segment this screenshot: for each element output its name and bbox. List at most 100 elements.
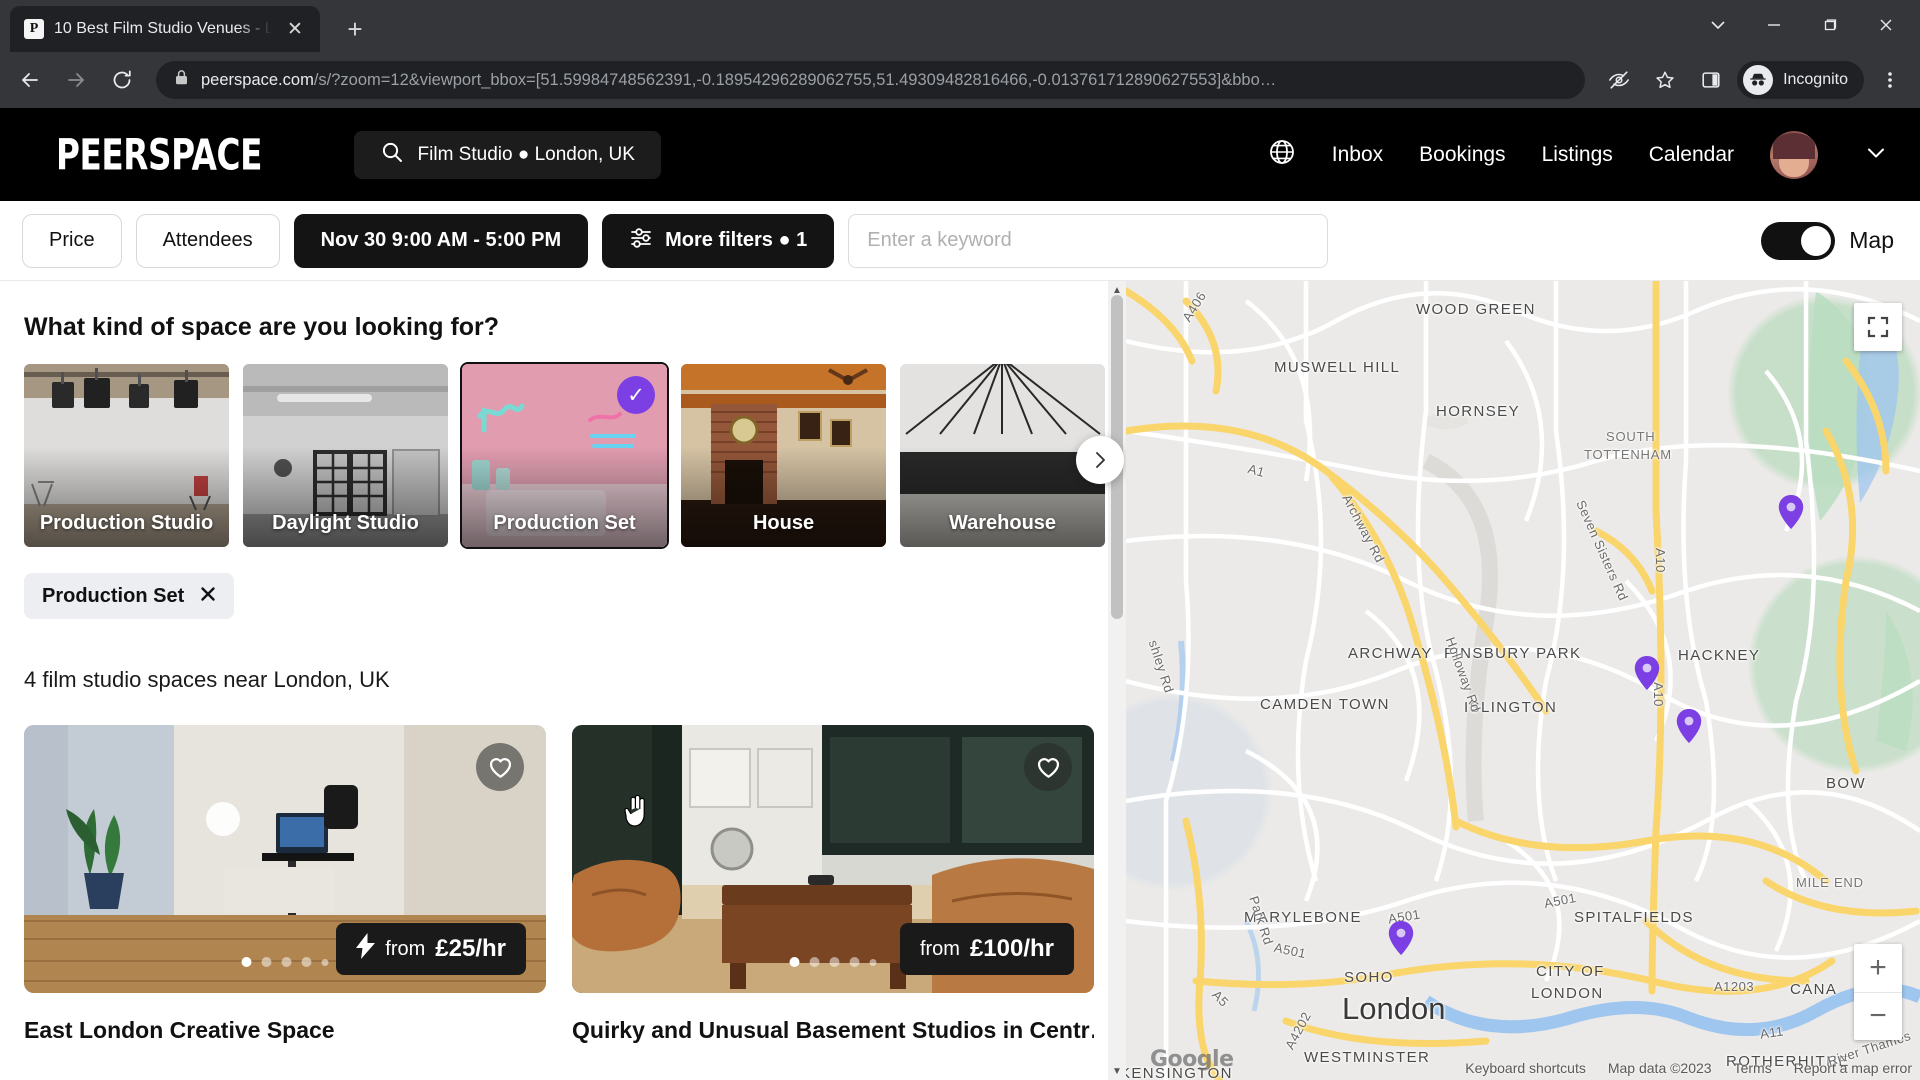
carousel-dot[interactable]: [281, 957, 292, 967]
filter-attendees-button[interactable]: Attendees: [135, 213, 280, 268]
google-logo: Google: [1150, 1047, 1234, 1072]
reload-icon[interactable]: [102, 60, 142, 100]
carousel-dot[interactable]: [261, 957, 272, 967]
map-zoom-controls[interactable]: + −: [1854, 944, 1902, 1040]
map-data-text: Map data ©2023: [1607, 1060, 1712, 1076]
listing-card[interactable]: from £25/hr East London Creative Space: [24, 725, 546, 1044]
filter-date-button[interactable]: Nov 30 9:00 AM - 5:00 PM: [293, 213, 589, 268]
nav-link-inbox[interactable]: Inbox: [1332, 143, 1383, 167]
filter-price-button[interactable]: Price: [22, 213, 122, 268]
category-label: Production Set: [493, 512, 636, 534]
carousel-dot[interactable]: [829, 957, 840, 967]
peerspace-logo[interactable]: PEERSPACE: [56, 130, 262, 179]
listing-title[interactable]: East London Creative Space: [24, 1017, 546, 1044]
eye-off-icon[interactable]: [1599, 60, 1639, 100]
map-place-label: CAMDEN TOWN: [1260, 696, 1390, 713]
results-pane: What kind of space are you looking for?: [0, 281, 1126, 1080]
listing-photo[interactable]: from £25/hr: [24, 725, 546, 993]
chip-remove-close-icon[interactable]: [200, 585, 216, 608]
three-dot-menu-icon[interactable]: [1870, 60, 1910, 100]
lock-icon: [174, 69, 189, 91]
category-card-production-studio[interactable]: Production Studio: [24, 364, 229, 547]
new-tab-button[interactable]: +: [334, 8, 376, 50]
browser-toolbar: peerspace.com/s/?zoom=12&viewport_bbox=[…: [0, 52, 1920, 108]
carousel-dot[interactable]: [789, 957, 800, 967]
nav-link-bookings[interactable]: Bookings: [1419, 143, 1505, 167]
forward-icon[interactable]: [56, 60, 96, 100]
url-domain: peerspace.com: [201, 70, 314, 89]
address-bar[interactable]: peerspace.com/s/?zoom=12&viewport_bbox=[…: [156, 61, 1586, 99]
map-place-label: CITY OF: [1536, 963, 1605, 980]
terms-link[interactable]: Terms: [1734, 1060, 1772, 1076]
search-query-text: Film Studio ● London, UK: [417, 143, 635, 165]
carousel-dot[interactable]: [301, 957, 312, 967]
keyword-input[interactable]: [848, 213, 1329, 268]
lightning-bolt-icon: [356, 932, 376, 966]
carousel-next-chevron-right-icon[interactable]: [1076, 436, 1124, 484]
map-toggle-switch[interactable]: [1761, 221, 1836, 260]
category-card-warehouse[interactable]: Warehouse: [900, 364, 1105, 547]
map-place-label: SPITALFIELDS: [1574, 909, 1694, 926]
map-toggle-group: Map: [1761, 221, 1894, 260]
incognito-indicator[interactable]: Incognito: [1737, 61, 1864, 99]
filter-bar: Price Attendees Nov 30 9:00 AM - 5:00 PM…: [0, 201, 1920, 281]
map-pin[interactable]: [1676, 709, 1702, 743]
scroll-down-arrow-icon[interactable]: ▼: [1108, 1062, 1126, 1080]
category-carousel: Production Studio Daylight Studio ✓ Prod…: [24, 362, 1124, 549]
map-place-label: LONDON: [1531, 985, 1604, 1002]
category-label: House: [752, 512, 815, 534]
globe-icon[interactable]: [1268, 138, 1296, 171]
report-map-error-link[interactable]: Report a map error: [1794, 1060, 1912, 1076]
side-panel-icon[interactable]: [1691, 60, 1731, 100]
url-path: /s/?zoom=12&viewport_bbox=[51.5998474856…: [313, 70, 1277, 89]
nav-link-calendar[interactable]: Calendar: [1649, 143, 1734, 167]
more-filters-button[interactable]: More filters ● 1: [602, 213, 835, 268]
category-card-production-set[interactable]: ✓ Production Set: [460, 362, 669, 549]
keyboard-shortcuts-link[interactable]: Keyboard shortcuts: [1465, 1060, 1586, 1076]
active-filter-chip-production-set[interactable]: Production Set: [24, 573, 235, 619]
restore-icon[interactable]: [1802, 4, 1858, 46]
star-icon[interactable]: [1645, 60, 1685, 100]
map-place-label: SOHO: [1344, 969, 1394, 986]
favorite-heart-icon[interactable]: [476, 743, 524, 791]
back-icon[interactable]: [10, 60, 50, 100]
map-pin[interactable]: [1388, 921, 1414, 955]
browser-tab[interactable]: P 10 Best Film Studio Venues - Lon ✕: [10, 6, 320, 52]
location-search-button[interactable]: Film Studio ● London, UK: [353, 130, 661, 179]
tab-title: 10 Best Film Studio Venues - Lon: [54, 20, 272, 37]
chevron-down-icon[interactable]: [1866, 145, 1886, 165]
map-place-label: ARCHWAY: [1348, 645, 1433, 662]
price-badge: from £25/hr: [336, 923, 526, 975]
carousel-dot[interactable]: [321, 958, 329, 966]
photo-carousel-dots[interactable]: [241, 957, 329, 967]
category-label: Warehouse: [948, 512, 1057, 534]
map-toggle-label: Map: [1849, 227, 1894, 253]
category-label: Daylight Studio: [272, 512, 419, 534]
listing-title[interactable]: Quirky and Unusual Basement Studios in C…: [572, 1017, 1094, 1044]
map-pane[interactable]: WOOD GREEN MUSWELL HILL HORNSEY SOUTH TO…: [1126, 281, 1920, 1080]
map-fullscreen-button[interactable]: [1854, 303, 1902, 351]
nav-link-listings[interactable]: Listings: [1542, 143, 1613, 167]
category-card-daylight-studio[interactable]: Daylight Studio: [243, 364, 448, 547]
photo-carousel-dots[interactable]: [789, 957, 877, 967]
carousel-dot[interactable]: [241, 957, 252, 967]
listing-photo[interactable]: from £100/hr: [572, 725, 1094, 993]
minimize-icon[interactable]: [1746, 4, 1802, 46]
results-scrollbar[interactable]: ▲ ▼: [1108, 281, 1126, 1080]
carousel-dot[interactable]: [869, 958, 877, 966]
carousel-dot[interactable]: [809, 957, 820, 967]
tab-close-icon[interactable]: ✕: [282, 16, 308, 42]
incognito-icon: [1743, 65, 1774, 95]
window-close-icon[interactable]: [1858, 4, 1914, 46]
listing-card[interactable]: from £100/hr Quirky and Unusual Basement…: [572, 725, 1094, 1044]
favorite-heart-icon[interactable]: [1024, 743, 1072, 791]
avatar[interactable]: [1770, 130, 1818, 179]
map-zoom-in-button[interactable]: +: [1854, 944, 1902, 993]
map-pin[interactable]: [1634, 656, 1660, 690]
window-controls: [1690, 4, 1914, 46]
tab-search-chevron-down-icon[interactable]: [1690, 4, 1746, 46]
category-card-house[interactable]: House: [681, 364, 886, 547]
map-pin[interactable]: [1778, 495, 1804, 529]
carousel-dot[interactable]: [849, 957, 860, 967]
map-zoom-out-button[interactable]: −: [1854, 993, 1902, 1041]
